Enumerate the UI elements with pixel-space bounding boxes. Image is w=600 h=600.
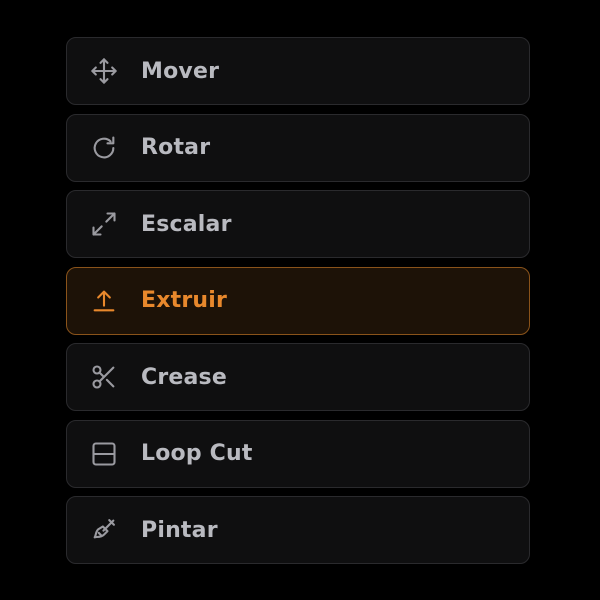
tool-button-escalar[interactable]: Escalar: [66, 190, 530, 258]
tool-list: Mover Rotar Escalar Extruir Crease Loop …: [66, 37, 530, 573]
scale-icon: [90, 210, 118, 238]
tool-label: Escalar: [141, 211, 232, 237]
tool-button-loop-cut[interactable]: Loop Cut: [66, 419, 530, 488]
loop-cut-icon: [90, 440, 118, 468]
tool-button-extruir[interactable]: Extruir: [66, 266, 530, 335]
tool-button-mover[interactable]: Mover: [66, 37, 530, 105]
scissors-icon: [90, 363, 118, 391]
tool-button-rotar[interactable]: Rotar: [66, 113, 530, 182]
tool-label: Loop Cut: [141, 441, 253, 466]
tool-label: Rotar: [141, 135, 211, 160]
tool-button-pintar[interactable]: Pintar: [66, 496, 530, 564]
tool-button-crease[interactable]: Crease: [66, 343, 530, 411]
tool-label: Extruir: [141, 288, 228, 313]
tool-label: Crease: [141, 364, 227, 390]
rotate-icon: [90, 134, 118, 162]
tool-label: Pintar: [141, 517, 218, 543]
tool-label: Mover: [141, 58, 220, 84]
paint-brush-icon: [90, 516, 118, 544]
extrude-icon: [90, 287, 118, 315]
move-icon: [90, 57, 118, 85]
